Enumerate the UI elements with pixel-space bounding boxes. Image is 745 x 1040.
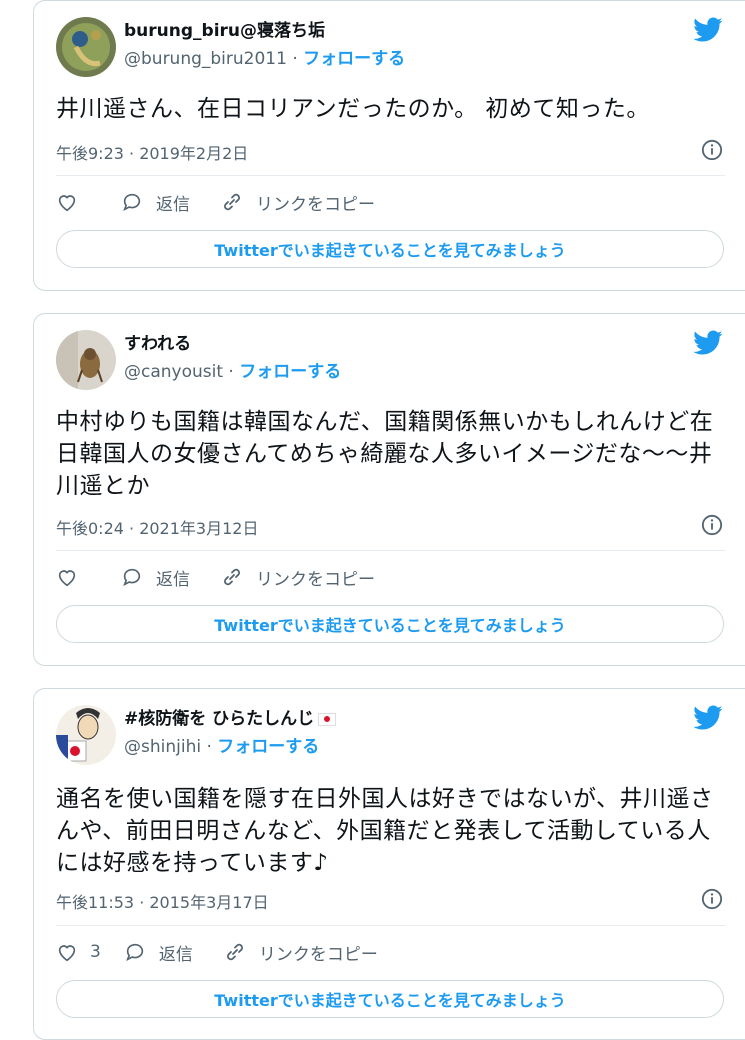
- twitter-bird-icon[interactable]: [693, 17, 723, 43]
- tweet-card-1: burung_biru@寝落ち垢 @burung_biru2011 · フォロー…: [33, 0, 745, 291]
- handle-line: @burung_biru2011 · フォローする: [124, 49, 405, 69]
- info-icon[interactable]: [701, 888, 723, 910]
- link-icon: [224, 193, 240, 211]
- divider: [56, 175, 725, 176]
- copy-link-label: リンクをコピー: [256, 194, 375, 215]
- twitter-bird-icon[interactable]: [693, 330, 723, 356]
- see-whats-happening-button[interactable]: Twitterでいま起きていることを見てみましょう: [56, 230, 724, 268]
- handle[interactable]: @shinjihi: [124, 737, 201, 757]
- display-name-text: #核防衛を ひらたしんじ: [124, 709, 315, 729]
- handle-line: @canyousit · フォローする: [124, 362, 341, 382]
- reply-icon: [125, 943, 143, 962]
- action-bar: 返信 リンクをコピー: [56, 188, 725, 216]
- see-whats-happening-button[interactable]: Twitterでいま起きていることを見てみましょう: [56, 605, 724, 643]
- copy-link-button[interactable]: リンクをコピー: [223, 940, 378, 965]
- follow-link[interactable]: フォローする: [217, 737, 319, 757]
- tweet-text: 井川遥さん、在日コリアンだったのか。 初めて知った。: [56, 96, 650, 122]
- reply-button[interactable]: 返信: [120, 190, 190, 215]
- divider: [56, 925, 725, 926]
- handle[interactable]: @burung_biru2011: [124, 49, 287, 69]
- follow-link[interactable]: フォローする: [303, 49, 405, 69]
- action-bar: 3 返信 リンクをコピー: [56, 938, 725, 966]
- heart-icon: [58, 945, 76, 962]
- timestamp[interactable]: 午後9:23 · 2019年2月2日: [56, 140, 248, 164]
- reply-button[interactable]: 返信: [123, 940, 193, 965]
- display-name[interactable]: すわれる: [124, 334, 191, 354]
- display-name[interactable]: burung_biru@寝落ち垢: [124, 21, 325, 41]
- reply-icon: [123, 568, 141, 587]
- avatar[interactable]: [56, 705, 116, 765]
- tweet-text: 通名を使い国籍を隠す在日外国人は好きではないが、井川遥さんや、前田日明さんなど、…: [56, 786, 714, 876]
- divider: [56, 550, 725, 551]
- reply-label: 返信: [156, 194, 190, 215]
- like-button[interactable]: [56, 566, 90, 588]
- heart-icon: [58, 195, 76, 212]
- follow-link[interactable]: フォローする: [239, 362, 341, 382]
- timestamp[interactable]: 午後11:53 · 2015年3月17日: [56, 889, 269, 913]
- see-whats-happening-button[interactable]: Twitterでいま起きていることを見てみましょう: [56, 980, 724, 1018]
- handle-line: @shinjihi · フォローする: [124, 737, 319, 757]
- separator: ·: [201, 737, 218, 757]
- avatar[interactable]: [56, 17, 116, 77]
- reply-button[interactable]: 返信: [120, 565, 190, 590]
- copy-link-label: リンクをコピー: [256, 569, 375, 590]
- display-name[interactable]: #核防衛を ひらたしんじ: [124, 709, 337, 729]
- like-count: 3: [90, 942, 101, 962]
- reply-label: 返信: [158, 944, 193, 965]
- like-button[interactable]: [56, 191, 90, 213]
- heart-icon: [58, 570, 76, 587]
- reply-label: 返信: [156, 569, 190, 590]
- info-icon[interactable]: [701, 139, 723, 161]
- tweet-card-2: すわれる @canyousit · フォローする 中村ゆりも国籍は韓国なんだ、国…: [33, 313, 745, 666]
- like-button[interactable]: 3: [56, 941, 101, 963]
- copy-link-label: リンクをコピー: [258, 944, 378, 965]
- separator: ·: [223, 362, 240, 382]
- link-icon: [224, 568, 240, 586]
- handle[interactable]: @canyousit: [124, 362, 223, 382]
- info-icon[interactable]: [701, 514, 723, 536]
- copy-link-button[interactable]: リンクをコピー: [220, 190, 375, 215]
- separator: ·: [286, 49, 304, 69]
- copy-link-button[interactable]: リンクをコピー: [220, 565, 375, 590]
- tweet-text: 中村ゆりも国籍は韓国なんだ、国籍関係無いかもしれんけど在日韓国人の女優さんてめち…: [56, 409, 714, 499]
- tweet-card-3: #核防衛を ひらたしんじ @shinjihi · フォローする 通名を使い国籍を…: [33, 688, 745, 1040]
- action-bar: 返信 リンクをコピー: [56, 563, 725, 591]
- reply-icon: [123, 193, 141, 212]
- japan-flag-icon: [318, 712, 337, 726]
- avatar[interactable]: [56, 330, 116, 390]
- timestamp[interactable]: 午後0:24 · 2021年3月12日: [56, 515, 258, 539]
- twitter-bird-icon[interactable]: [693, 705, 723, 731]
- link-icon: [226, 943, 243, 961]
